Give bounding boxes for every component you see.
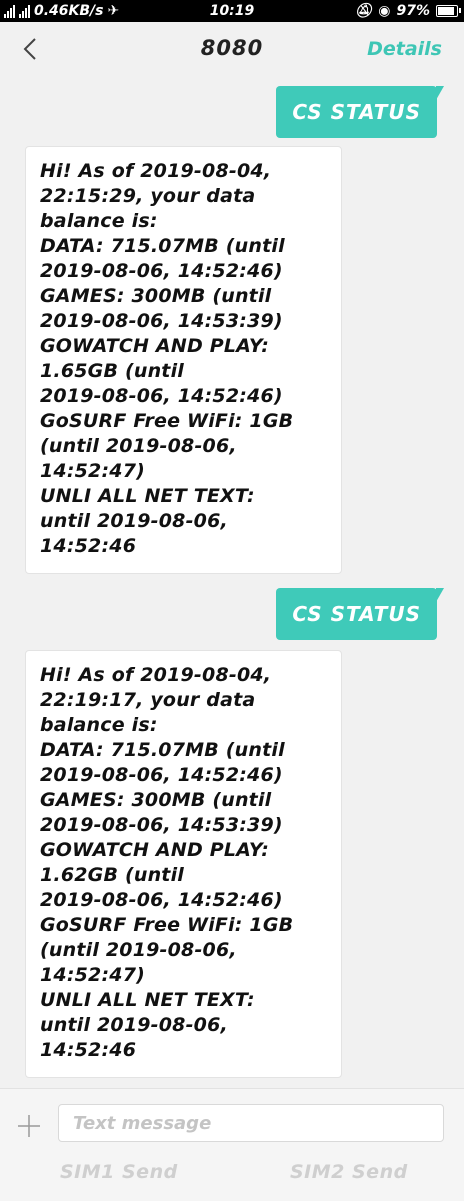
message-line: 2019-08-06, 14:53:39): [40, 310, 283, 332]
message-line: 2019-08-06, 14:52:46): [40, 260, 283, 282]
message-line: 14:52:46: [40, 1039, 137, 1061]
bell-icon: 🔕︎: [354, 3, 373, 19]
message-line: GoSURF Free WiFi: 1GB: [40, 914, 294, 936]
message-line: 2019-08-06, 14:52:46): [40, 385, 283, 407]
message-line: 1.65GB (until: [40, 360, 185, 382]
status-bar: 0.46KB/s ✈ 10:19 🔕︎ ◉ 97%: [0, 0, 464, 22]
message-line: Hi! As of 2019-08-04,: [40, 160, 272, 182]
message-thread[interactable]: CS STATUS Hi! As of 2019-08-04, 22:15:29,…: [0, 76, 464, 1088]
conversation-header: 8080 Details: [0, 22, 464, 76]
message-line: 2019-08-06, 14:52:46): [40, 889, 283, 911]
message-line: (until 2019-08-06,: [40, 939, 237, 961]
sim2-send-button[interactable]: SIM2 Send: [290, 1161, 408, 1183]
status-right: 🔕︎ ◉ 97%: [354, 3, 461, 19]
composer-bar: SIM1 Send SIM2 Send: [0, 1088, 464, 1201]
message-input[interactable]: [58, 1104, 444, 1142]
message-line: 14:52:47): [40, 964, 146, 986]
sim1-send-button[interactable]: SIM1 Send: [60, 1161, 178, 1183]
battery-percent: 97%: [396, 3, 430, 19]
message-line: 1.62GB (until: [40, 864, 185, 886]
battery-icon: [436, 5, 461, 17]
eye-icon: ◉: [378, 3, 391, 19]
message-line: GOWATCH AND PLAY:: [40, 335, 269, 357]
message-line: 22:15:29, your data: [40, 185, 256, 207]
message-line: balance is:: [40, 210, 158, 232]
message-line: DATA: 715.07MB (until: [40, 235, 285, 257]
message-line: UNLI ALL NET TEXT:: [40, 485, 255, 507]
message-line: GoSURF Free WiFi: 1GB: [40, 410, 294, 432]
details-button[interactable]: Details: [367, 38, 442, 60]
plus-icon[interactable]: [16, 1113, 42, 1139]
message-line: GOWATCH AND PLAY:: [40, 839, 269, 861]
message-line: (until 2019-08-06,: [40, 435, 237, 457]
sent-message[interactable]: CS STATUS: [276, 588, 444, 640]
message-line: 14:52:47): [40, 460, 146, 482]
message-line: GAMES: 300MB (until: [40, 789, 272, 811]
message-line: 14:52:46: [40, 535, 137, 557]
message-line: 22:19:17, your data: [40, 689, 256, 711]
message-line: until 2019-08-06,: [40, 510, 228, 532]
message-line: GAMES: 300MB (until: [40, 285, 272, 307]
received-message[interactable]: Hi! As of 2019-08-04, 22:19:17, your data…: [25, 650, 342, 1078]
message-line: Hi! As of 2019-08-04,: [40, 664, 272, 686]
received-message[interactable]: Hi! As of 2019-08-04, 22:15:29, your data…: [25, 146, 342, 574]
message-line: balance is:: [40, 714, 158, 736]
message-line: 2019-08-06, 14:53:39): [40, 814, 283, 836]
sent-message[interactable]: CS STATUS: [276, 86, 444, 138]
message-line: UNLI ALL NET TEXT:: [40, 989, 255, 1011]
message-line: DATA: 715.07MB (until: [40, 739, 285, 761]
message-line: 2019-08-06, 14:52:46): [40, 764, 283, 786]
message-line: until 2019-08-06,: [40, 1014, 228, 1036]
